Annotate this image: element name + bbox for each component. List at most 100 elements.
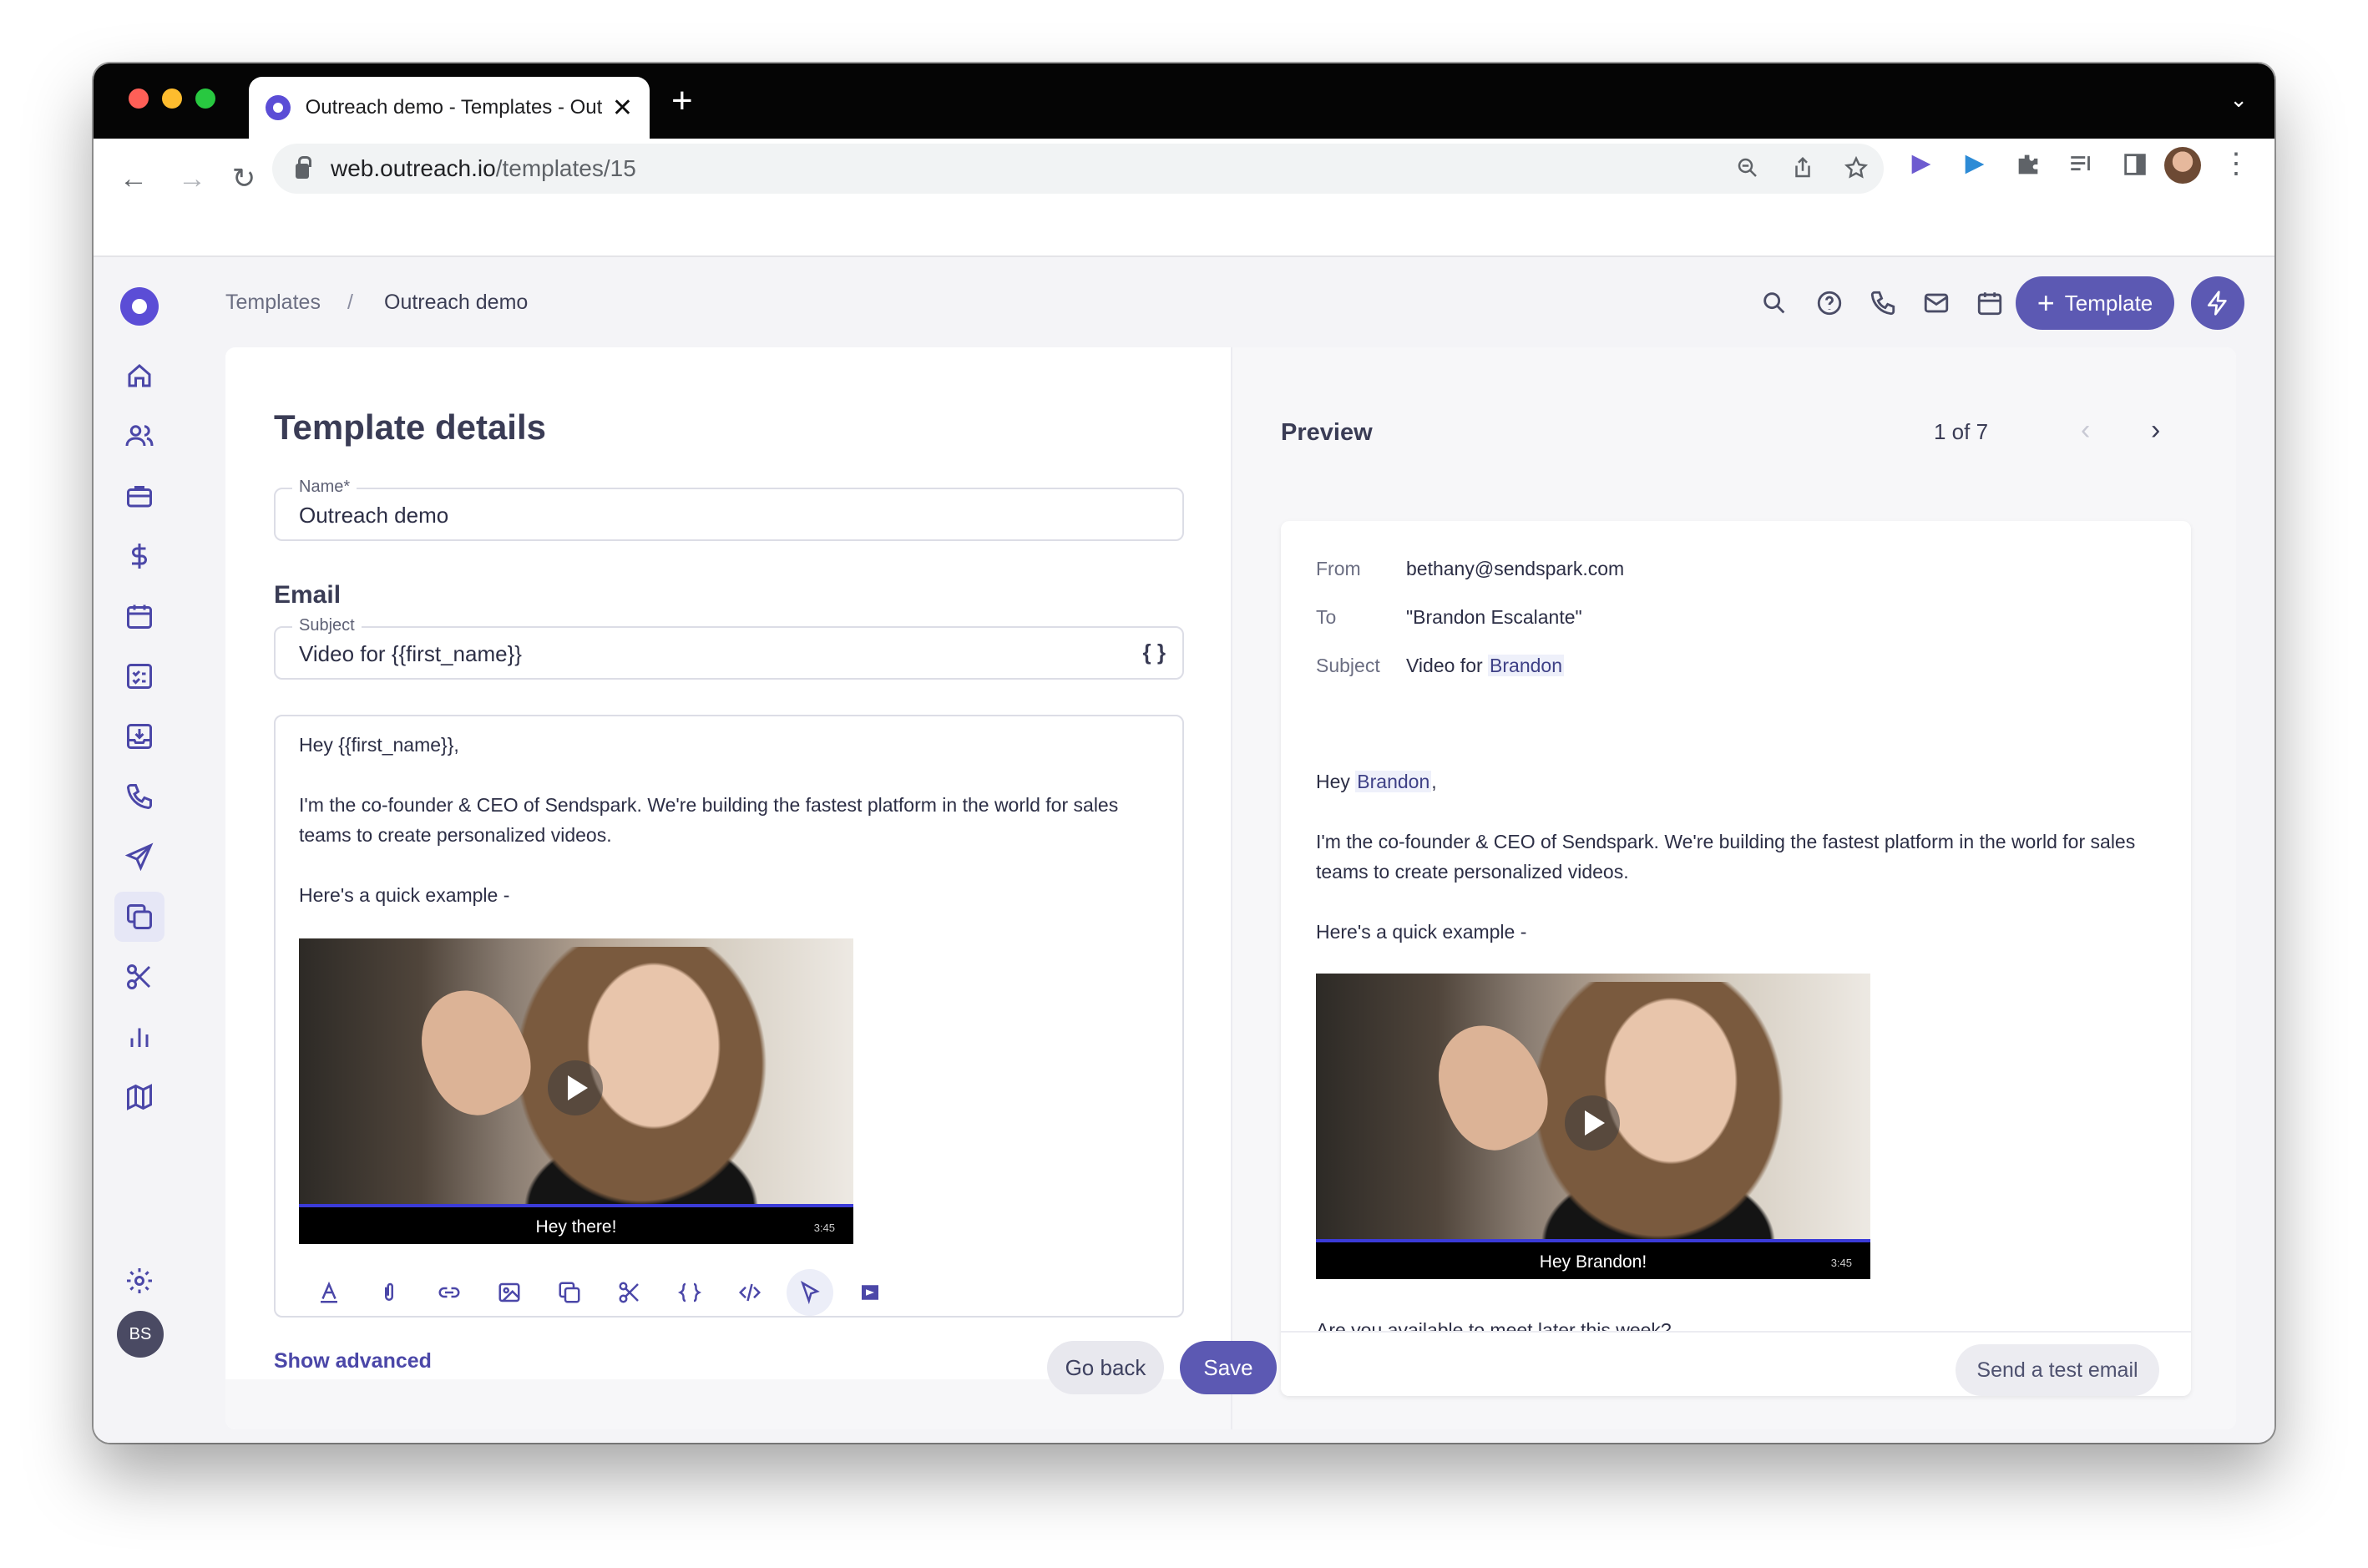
editor-toolbar: [306, 1269, 893, 1316]
show-advanced-link[interactable]: Show advanced: [274, 1349, 432, 1373]
app-topbar: Templates / Outreach demo + Template: [225, 257, 2244, 349]
share-icon[interactable]: [1790, 155, 1815, 186]
insert-template-icon[interactable]: [546, 1269, 593, 1316]
calendar-icon[interactable]: [114, 591, 164, 641]
close-window-button[interactable]: [129, 89, 149, 109]
preview-greeting: Hey Brandon,: [1316, 771, 1437, 792]
variables-icon[interactable]: [666, 1269, 713, 1316]
snippets-icon[interactable]: [114, 952, 164, 1002]
preview-paragraph: I'm the co-founder & CEO of Sendspark. W…: [1316, 831, 2136, 883]
url-text: web.outreach.io/templates/15: [331, 155, 636, 181]
template-editor-pane: Template details Name* Outreach demo Ema…: [225, 347, 1231, 1429]
extensions-puzzle-icon[interactable]: [2014, 150, 2042, 179]
forward-arrow-icon[interactable]: →: [175, 162, 209, 195]
bookmark-star-icon[interactable]: [1844, 155, 1869, 186]
reload-icon[interactable]: ↻: [227, 162, 261, 195]
variable-braces-icon[interactable]: { }: [1143, 640, 1166, 665]
email-body-editor[interactable]: Hey {{first_name}}, I'm the co-founder &…: [274, 715, 1184, 1318]
page-title: Template details: [274, 407, 546, 447]
go-back-button[interactable]: Go back: [1047, 1341, 1164, 1394]
map-icon[interactable]: [114, 1072, 164, 1122]
close-tab-icon[interactable]: ✕: [612, 94, 633, 123]
save-button[interactable]: Save: [1180, 1341, 1277, 1394]
user-avatar[interactable]: BS: [117, 1311, 164, 1358]
tasks-icon[interactable]: [114, 651, 164, 701]
text-format-icon[interactable]: [306, 1269, 352, 1316]
new-template-label: Template: [2064, 290, 2153, 316]
preview-video-thumbnail[interactable]: Hey Brandon! 3:45: [1316, 974, 1870, 1279]
lightning-icon: [2208, 291, 2227, 316]
maximize-window-button[interactable]: [195, 89, 215, 109]
browser-window: Outreach demo - Templates - Outreach ✕ +…: [94, 63, 2274, 1443]
people-icon[interactable]: [114, 411, 164, 461]
video-thumbnail[interactable]: Hey there! 3:45: [299, 938, 853, 1244]
sidebar: BS: [94, 257, 185, 1443]
video-caption: Hey there!: [535, 1217, 617, 1237]
phone-icon[interactable]: [114, 771, 164, 822]
reports-icon[interactable]: [114, 1012, 164, 1062]
preview-video-duration: 3:45: [1830, 1257, 1852, 1269]
zoom-icon[interactable]: [1735, 155, 1760, 186]
snippet-scissors-icon[interactable]: [606, 1269, 653, 1316]
body-paragraph: I'm the co-founder & CEO of Sendspark. W…: [299, 794, 1119, 846]
help-icon[interactable]: [1809, 282, 1850, 324]
body-example: Here's a quick example -: [299, 884, 510, 906]
browser-toolbar: ← → ↻ web.outreach.io/templates/15 ⋮: [94, 139, 2274, 257]
profile-avatar[interactable]: [2164, 147, 2201, 184]
preview-subject-name: Brandon: [1488, 655, 1564, 676]
outreach-app: BS Templates / Outreach demo + Template: [94, 257, 2274, 1443]
body-greeting: Hey {{first_name}},: [299, 734, 459, 756]
name-field-label: Name*: [292, 478, 357, 497]
subject-field-label: Subject: [292, 616, 362, 635]
preview-play-icon[interactable]: [1565, 1095, 1620, 1151]
dollar-icon[interactable]: [114, 531, 164, 581]
search-icon[interactable]: [1753, 282, 1795, 324]
subject-field[interactable]: Subject Video for {{first_name}} { }: [274, 616, 1184, 680]
settings-icon[interactable]: [114, 1256, 164, 1306]
media-playlist-icon[interactable]: [2067, 150, 2096, 179]
minimize-window-button[interactable]: [162, 89, 182, 109]
plus-icon: +: [2037, 286, 2055, 320]
prev-chevron-icon[interactable]: ‹: [2081, 414, 2090, 447]
briefcase-icon[interactable]: [114, 471, 164, 521]
outreach-logo-icon[interactable]: [120, 287, 159, 326]
browser-tab-strip: Outreach demo - Templates - Outreach ✕ +…: [94, 63, 2274, 139]
preview-subject-label: Subject: [1316, 655, 1380, 676]
code-icon[interactable]: [726, 1269, 773, 1316]
link-icon[interactable]: [426, 1269, 473, 1316]
chrome-menu-icon[interactable]: ⋮: [2219, 147, 2253, 180]
back-arrow-icon[interactable]: ←: [117, 162, 150, 195]
preview-from-label: From: [1316, 558, 1361, 579]
side-panel-icon[interactable]: [2121, 150, 2149, 179]
extension-outreach-icon[interactable]: [1907, 150, 1935, 179]
meeting-calendar-icon[interactable]: [1969, 282, 2011, 324]
send-arrow-icon[interactable]: [787, 1269, 833, 1316]
templates-icon[interactable]: [114, 892, 164, 942]
quick-actions-button[interactable]: [2191, 276, 2244, 330]
mail-icon[interactable]: [1915, 282, 1957, 324]
new-template-button[interactable]: + Template: [2016, 276, 2174, 330]
send-icon[interactable]: [114, 832, 164, 882]
preview-to-label: To: [1316, 606, 1337, 628]
sendspark-icon[interactable]: [847, 1269, 893, 1316]
extension-sendspark-icon[interactable]: [1961, 150, 1989, 179]
play-icon[interactable]: [548, 1060, 603, 1115]
address-bar[interactable]: web.outreach.io/templates/15: [272, 144, 1884, 194]
preview-page-indicator: 1 of 7: [1934, 419, 1989, 444]
next-chevron-icon[interactable]: ›: [2151, 414, 2160, 447]
preview-from-value: bethany@sendspark.com: [1406, 558, 1625, 579]
attachment-icon[interactable]: [366, 1269, 412, 1316]
tab-search-chevron-icon[interactable]: ⌄: [2229, 87, 2248, 113]
inbox-icon[interactable]: [114, 711, 164, 761]
subject-field-value: Video for {{first_name}}: [299, 641, 522, 666]
home-icon[interactable]: [114, 351, 164, 401]
new-tab-icon[interactable]: +: [671, 80, 693, 122]
image-icon[interactable]: [486, 1269, 533, 1316]
name-field[interactable]: Name* Outreach demo: [274, 478, 1184, 541]
phone-dialer-icon[interactable]: [1862, 282, 1904, 324]
lock-icon: [296, 156, 311, 179]
preview-title: Preview: [1281, 419, 1373, 446]
browser-tab[interactable]: Outreach demo - Templates - Outreach ✕: [249, 77, 650, 139]
breadcrumb-templates-link[interactable]: Templates: [225, 291, 321, 315]
send-test-email-button[interactable]: Send a test email: [1956, 1344, 2159, 1396]
